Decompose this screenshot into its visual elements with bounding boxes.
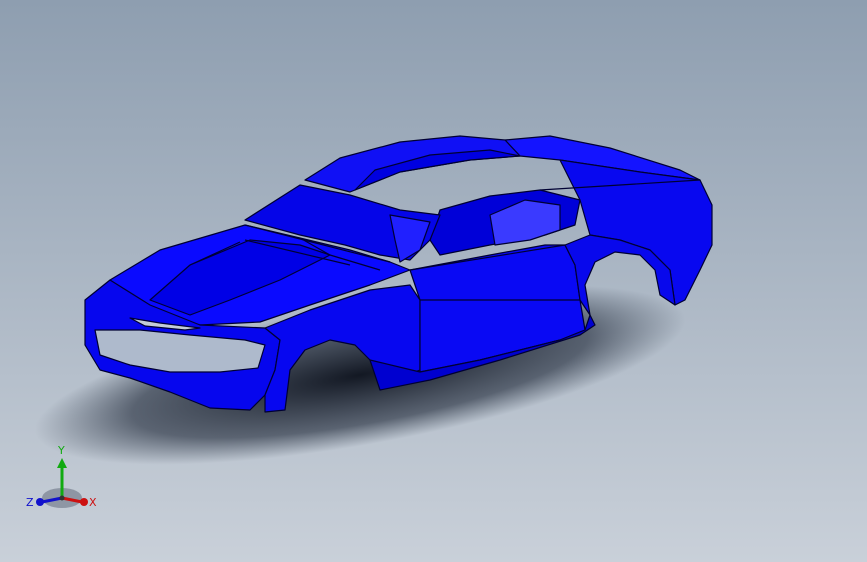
arrow-up-icon — [57, 458, 67, 468]
view-orientation-triad: Y X Z — [20, 440, 110, 520]
triad-y-label: Y — [57, 444, 65, 457]
graphics-viewport[interactable]: Y X Z — [0, 0, 867, 562]
triad-x-label: X — [89, 496, 97, 509]
car-body-model[interactable] — [0, 0, 867, 562]
door-panel — [409, 244, 586, 373]
triad-z-label: Z — [26, 496, 34, 509]
